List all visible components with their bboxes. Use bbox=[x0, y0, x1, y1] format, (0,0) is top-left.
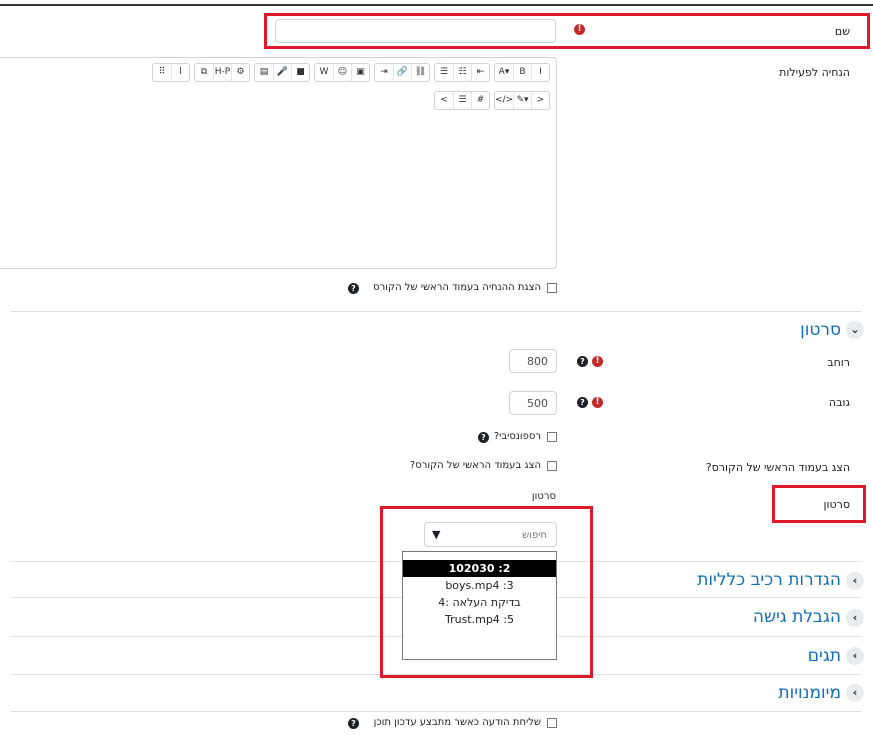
toolbar-button[interactable]: ▣ bbox=[351, 64, 369, 81]
toolbar-button[interactable]: ⧉ bbox=[195, 64, 213, 81]
toolbar-button[interactable]: B bbox=[513, 64, 531, 81]
toolbar-button[interactable]: l bbox=[171, 64, 189, 81]
video-option[interactable]: 102030 :2 bbox=[403, 560, 556, 577]
responsive-label: רספונסיבי? bbox=[493, 431, 541, 442]
editor[interactable] bbox=[0, 57, 557, 269]
toolbar-group: < ☰ # bbox=[434, 91, 490, 110]
chevron-left-icon[interactable]: ‹ bbox=[846, 647, 864, 665]
toolbar-button[interactable]: </> bbox=[495, 92, 513, 109]
toolbar-button[interactable]: > bbox=[531, 92, 549, 109]
show-description-label: הצגת ההנחיה בעמוד הראשי של הקורס bbox=[373, 282, 541, 293]
show-main-inline-label: הצג בעמוד הראשי של הקורס? bbox=[409, 460, 541, 471]
video-option[interactable]: בדיקת העלאה :4 bbox=[403, 594, 556, 611]
toolbar-button[interactable]: 🔗 bbox=[393, 64, 411, 81]
toolbar-button[interactable]: ⇥ bbox=[375, 64, 393, 81]
toolbar-button[interactable]: ⛓ bbox=[411, 64, 429, 81]
toolbar-button[interactable]: A▾ bbox=[495, 64, 513, 81]
toolbar-button[interactable]: ▤ bbox=[255, 64, 273, 81]
toolbar-group: ▤ 🎤 ■ bbox=[254, 63, 310, 82]
dropdown-arrow-icon[interactable]: ▼ bbox=[432, 528, 440, 541]
description-label: הנחיה לפעילות bbox=[779, 66, 850, 79]
help-icon[interactable]: ? bbox=[478, 432, 489, 443]
toolbar-group: ⧉ H-P ⚙ bbox=[194, 63, 250, 82]
search-placeholder: חיפוש bbox=[522, 530, 547, 541]
toolbar-button[interactable]: ☺ bbox=[333, 64, 351, 81]
toolbar-group: A▾ B I bbox=[494, 63, 550, 82]
section-tags[interactable]: תגים bbox=[808, 646, 841, 666]
divider bbox=[10, 311, 862, 312]
toolbar-group: </> ✎▾ > bbox=[494, 91, 550, 110]
toolbar-button[interactable]: ✎▾ bbox=[513, 92, 531, 109]
editor-toolbar-row2: </> ✎▾ > < ☰ # bbox=[350, 91, 550, 110]
height-label: גובה bbox=[828, 396, 850, 409]
toolbar-button[interactable]: ☷ bbox=[453, 64, 471, 81]
toolbar-button[interactable]: ☰ bbox=[435, 64, 453, 81]
toolbar-group: ⠿ l bbox=[152, 63, 190, 82]
video-label: סרטון bbox=[823, 498, 850, 511]
divider bbox=[10, 711, 862, 712]
section-general-settings[interactable]: הגדרות רכיב כלליות bbox=[697, 570, 841, 590]
section-access-restrictions[interactable]: הגבלת גישה bbox=[753, 607, 841, 627]
chevron-left-icon[interactable]: ‹ bbox=[846, 572, 864, 590]
responsive-checkbox[interactable] bbox=[547, 432, 557, 442]
help-icon[interactable]: ? bbox=[348, 283, 359, 294]
chevron-left-icon[interactable]: ‹ bbox=[846, 684, 864, 702]
show-description-checkbox[interactable] bbox=[547, 283, 557, 293]
toolbar-button[interactable]: ⠿ bbox=[153, 64, 171, 81]
required-icon: ! bbox=[592, 397, 603, 408]
chevron-left-icon[interactable]: ‹ bbox=[846, 609, 864, 627]
toolbar-button[interactable]: # bbox=[471, 92, 489, 109]
toolbar-group: ⇥ 🔗 ⛓ bbox=[374, 63, 430, 82]
required-icon: ! bbox=[592, 356, 603, 367]
show-main-label: הצג בעמוד הראשי של הקורס? bbox=[705, 461, 850, 474]
show-main-checkbox[interactable] bbox=[547, 461, 557, 471]
toolbar-button[interactable]: ☰ bbox=[453, 92, 471, 109]
toolbar-button[interactable]: ■ bbox=[291, 64, 309, 81]
toolbar-group: W ☺ ▣ bbox=[314, 63, 370, 82]
width-label: רוחב bbox=[827, 356, 850, 369]
toolbar-button[interactable]: I bbox=[531, 64, 549, 81]
notify-checkbox[interactable] bbox=[547, 718, 557, 728]
top-border bbox=[0, 0, 873, 6]
toolbar-button[interactable]: < bbox=[435, 92, 453, 109]
toolbar-button[interactable]: ⇤ bbox=[471, 64, 489, 81]
name-input[interactable] bbox=[275, 19, 556, 43]
video-option[interactable]: Trust.mp4 :5 bbox=[403, 611, 556, 628]
help-icon[interactable]: ? bbox=[577, 356, 588, 367]
video-options-list[interactable]: 102030 :2 boys.mp4 :3 בדיקת העלאה :4 Trust.… bbox=[402, 551, 557, 660]
toolbar-button[interactable]: H-P bbox=[213, 64, 231, 81]
help-icon[interactable]: ? bbox=[577, 397, 588, 408]
toolbar-button[interactable]: W bbox=[315, 64, 333, 81]
help-icon[interactable]: ? bbox=[348, 718, 359, 729]
chevron-down-icon[interactable]: ⌄ bbox=[846, 321, 864, 339]
height-input[interactable]: 500 bbox=[509, 391, 557, 415]
toolbar-button[interactable]: 🎤 bbox=[273, 64, 291, 81]
name-label: שם bbox=[834, 25, 850, 38]
video-section-title[interactable]: סרטון bbox=[800, 320, 841, 340]
video-option[interactable]: boys.mp4 :3 bbox=[403, 577, 556, 594]
required-icon: ! bbox=[574, 24, 585, 35]
editor-toolbar-row1: A▾ B I ☰ ☷ ⇤ ⇥ 🔗 ⛓ W ☺ ▣ ▤ 🎤 ■ ⧉ H-P ⚙ ⠿ l bbox=[0, 63, 550, 82]
toolbar-button[interactable]: ⚙ bbox=[231, 64, 249, 81]
section-competencies[interactable]: מיומנויות bbox=[778, 683, 841, 703]
width-input[interactable]: 800 bbox=[509, 349, 557, 373]
video-inner-label: סרטון bbox=[531, 491, 556, 502]
toolbar-group: ☰ ☷ ⇤ bbox=[434, 63, 490, 82]
notify-label: שליחת הודעה כאשר מתבצע עדכון תוכן bbox=[373, 717, 541, 728]
